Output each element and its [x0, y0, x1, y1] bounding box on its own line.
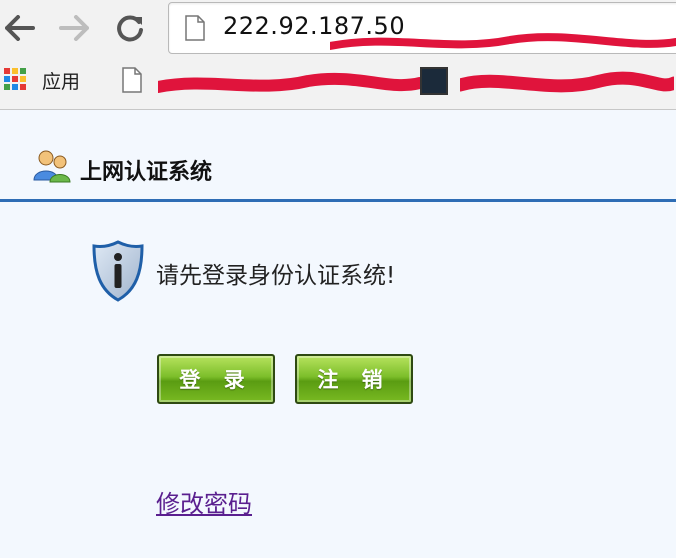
logout-button[interactable]: 注 销 — [295, 354, 413, 404]
page-icon — [185, 15, 205, 41]
apps-grid-icon[interactable] — [4, 68, 26, 90]
page-header: 上网认证系统 — [0, 110, 676, 202]
reload-button[interactable] — [112, 10, 148, 46]
back-button[interactable] — [2, 10, 38, 46]
address-bar[interactable]: 222.92.187.50 — [168, 2, 676, 54]
browser-toolbar: 222.92.187.50 — [0, 0, 676, 56]
page-title: 上网认证系统 — [80, 160, 213, 185]
bookmark-apps[interactable]: 应用 — [42, 67, 80, 94]
reload-icon — [117, 15, 143, 42]
bookmark-item-redacted-1[interactable] — [122, 65, 422, 99]
bookmark-item-redacted-2[interactable] — [420, 65, 676, 99]
info-shield-icon — [92, 240, 144, 302]
url-text: 222.92.187.50 — [223, 12, 406, 40]
login-button[interactable]: 登 录 — [157, 354, 275, 404]
page-icon — [122, 67, 142, 93]
forward-button[interactable] — [56, 10, 92, 46]
change-password-link[interactable]: 修改密码 — [156, 484, 252, 519]
forward-arrow-icon — [59, 15, 89, 41]
video-icon — [420, 67, 448, 95]
login-notice: 请先登录身份认证系统! — [156, 263, 396, 289]
users-icon — [33, 150, 71, 183]
bookmarks-bar: 应用 — [0, 56, 676, 110]
redaction-scribble — [158, 72, 420, 93]
redaction-scribble — [460, 71, 674, 93]
back-arrow-icon — [5, 15, 35, 41]
